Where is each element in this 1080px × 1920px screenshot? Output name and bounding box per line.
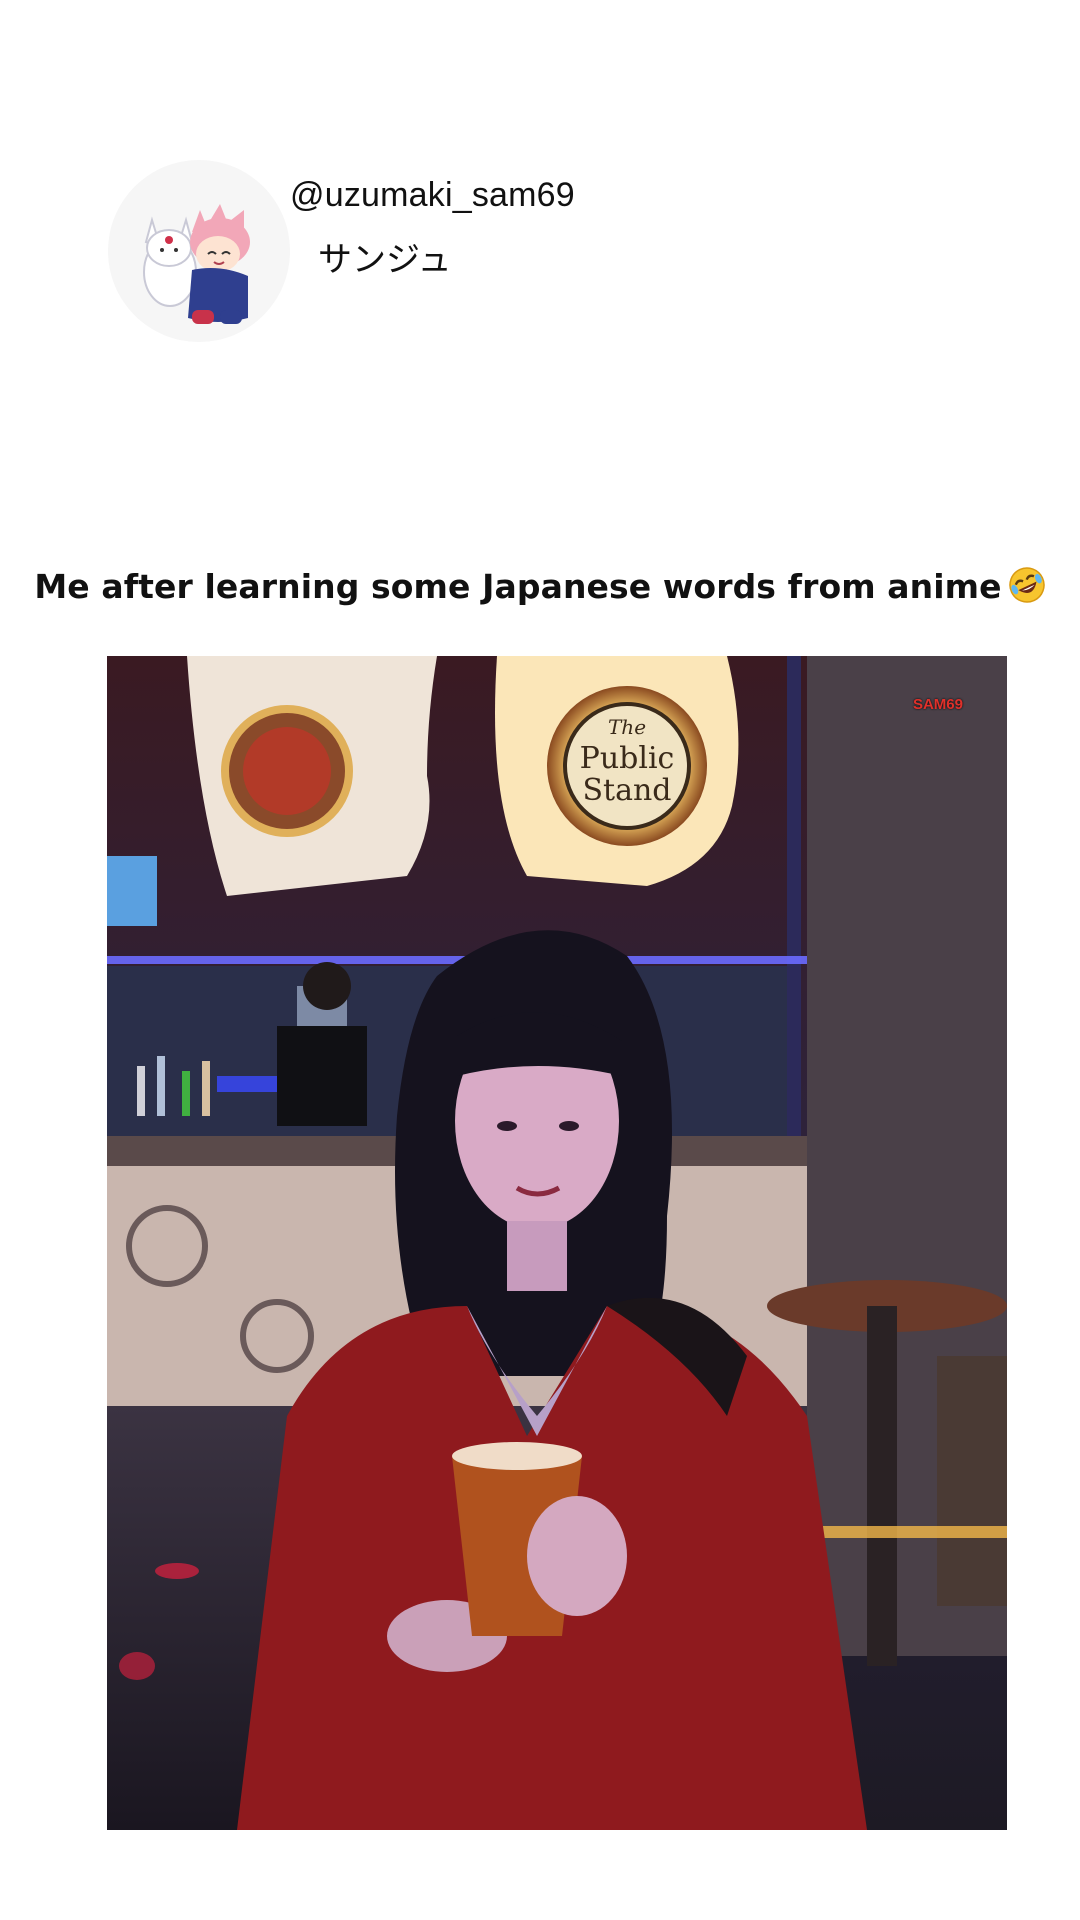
anime-avatar-icon [108, 160, 290, 342]
video-frame: The Public Stand [107, 656, 1007, 1830]
display-name: サンジュ [318, 240, 452, 280]
profile-avatar[interactable] [108, 160, 290, 342]
post-caption: Me after learning some Japanese words fr… [0, 566, 1080, 606]
sign-line-2: Public [580, 741, 675, 776]
video-player[interactable]: The Public Stand SAM69 [107, 656, 1007, 1830]
sign-line-3: Stand [582, 773, 671, 808]
post-card: @uzumaki_sam69 サンジュ Me after learning so… [0, 0, 1080, 1920]
username[interactable]: @uzumaki_sam69 [290, 176, 575, 215]
sign-line-1: The [608, 715, 646, 739]
laughing-emoji-icon [1008, 566, 1046, 604]
caption-text: Me after learning some Japanese words fr… [34, 567, 1002, 606]
video-watermark: SAM69 [912, 696, 963, 713]
